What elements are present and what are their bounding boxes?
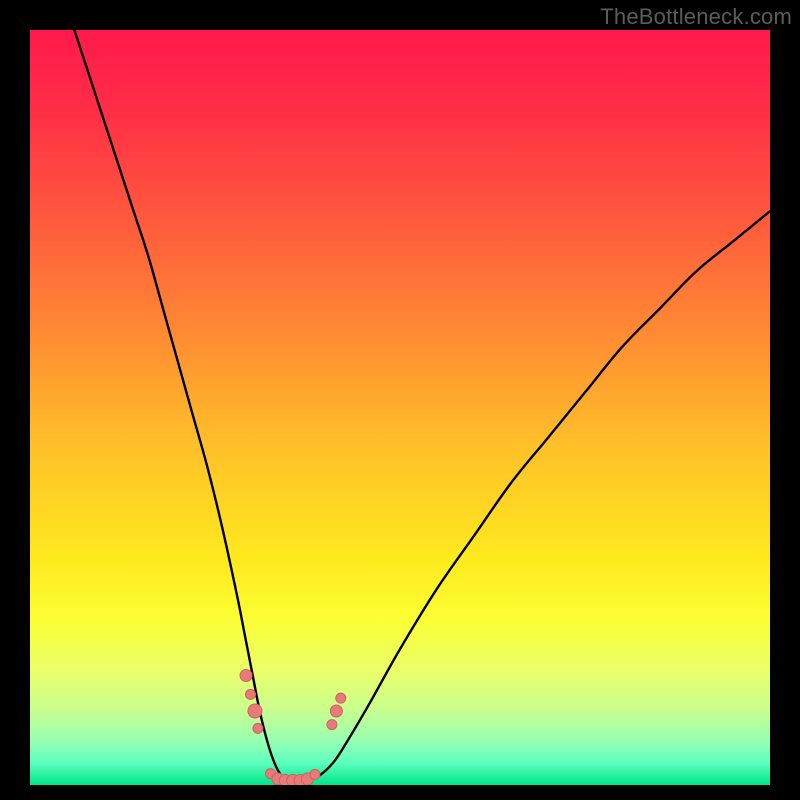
curve-marker: [336, 693, 346, 703]
curve-marker: [330, 705, 342, 717]
curve-marker: [327, 720, 337, 730]
curve-marker: [310, 769, 320, 779]
curve-marker: [253, 723, 263, 733]
curve-marker: [248, 704, 262, 718]
curve-marker: [246, 689, 256, 699]
watermark-text: TheBottleneck.com: [600, 4, 792, 30]
bottleneck-chart: [30, 30, 770, 785]
chart-frame: TheBottleneck.com: [0, 0, 800, 800]
gradient-background: [30, 30, 770, 785]
plot-area: [30, 30, 770, 785]
curve-marker: [240, 670, 252, 682]
